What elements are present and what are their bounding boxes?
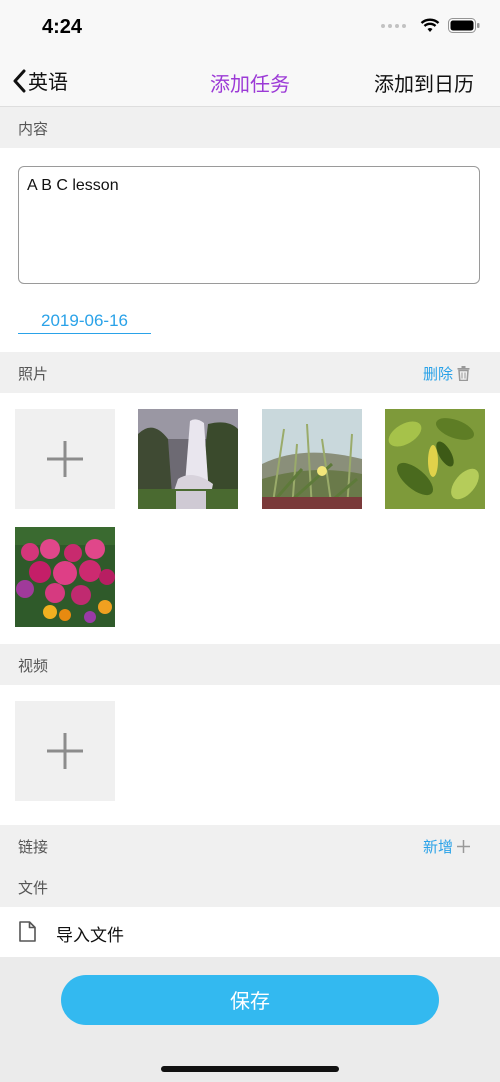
plus-icon <box>47 733 83 769</box>
files-header-label: 文件 <box>18 879 49 897</box>
video-section-header: 视频 <box>0 644 500 685</box>
add-video-button[interactable] <box>15 701 115 801</box>
files-section-header: 文件 <box>0 866 500 907</box>
add-to-calendar-button[interactable]: 添加到日历 <box>374 68 474 97</box>
photo-green-leaves[interactable] <box>385 409 485 509</box>
battery-icon <box>448 18 480 33</box>
import-file-button[interactable]: 导入文件 <box>0 907 500 957</box>
status-time: 4:24 <box>42 16 83 38</box>
status-bar: 4:24 <box>0 0 500 58</box>
plus-icon <box>47 441 83 477</box>
import-file-label: 导入文件 <box>56 926 124 946</box>
photo-grass-flower[interactable] <box>262 409 362 509</box>
links-section-header: 链接 新增 <box>0 825 500 866</box>
nav-bar: 英语 添加任务 添加到日历 <box>0 58 500 107</box>
video-header-label: 视频 <box>18 657 49 675</box>
trash-icon <box>457 366 470 381</box>
photos-section-header: 照片 删除 <box>0 352 500 393</box>
delete-photos-button[interactable]: 删除 <box>423 363 470 384</box>
add-link-button[interactable]: 新增 <box>423 836 470 857</box>
photos-header-label: 照片 <box>18 365 49 383</box>
save-button[interactable]: 保存 <box>61 975 439 1025</box>
add-photo-button[interactable] <box>15 409 115 509</box>
date-field[interactable]: 2019-06-16 <box>18 311 151 334</box>
links-header-label: 链接 <box>18 838 49 856</box>
wifi-icon <box>420 18 440 32</box>
status-indicators <box>381 18 480 33</box>
delete-label: 删除 <box>422 365 453 383</box>
home-indicator <box>161 1066 339 1072</box>
content-header-label: 内容 <box>18 120 49 138</box>
photo-pink-flowers[interactable] <box>15 527 115 627</box>
content-section-header: 内容 <box>0 107 500 148</box>
add-link-label: 新增 <box>422 838 453 856</box>
content-textarea[interactable]: A B C lesson <box>18 166 480 284</box>
file-icon <box>19 921 36 942</box>
plus-small-icon <box>457 840 470 853</box>
photo-waterfall[interactable] <box>138 409 238 509</box>
signal-icon <box>381 23 406 28</box>
